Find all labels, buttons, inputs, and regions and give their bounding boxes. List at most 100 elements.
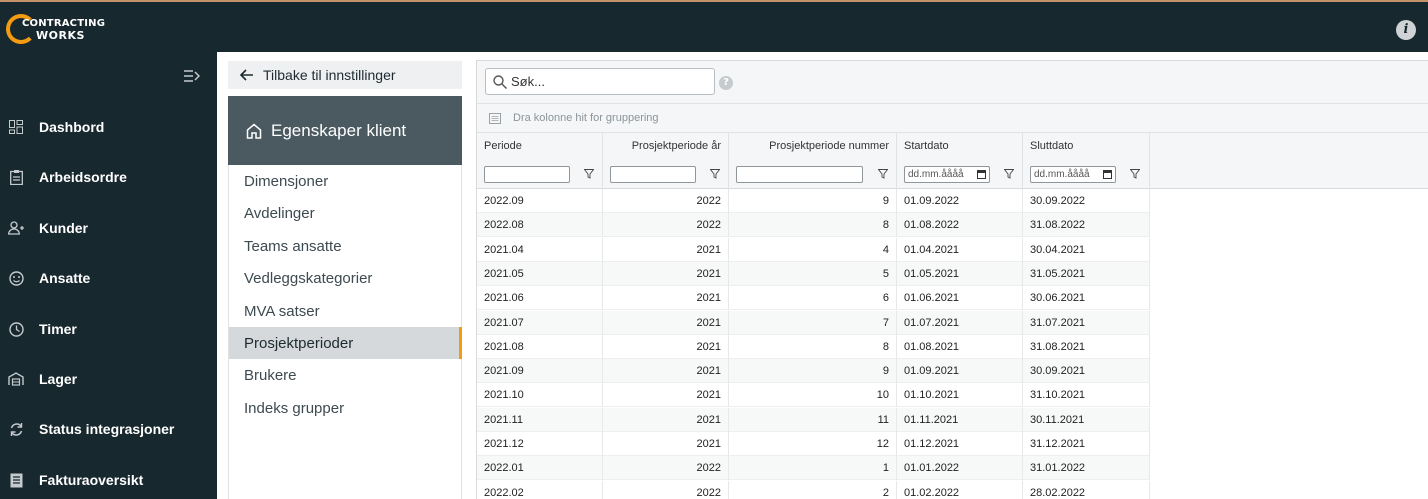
table-row[interactable]: 2021.11 2021 11 01.11.2021 30.11.2021 [477, 407, 1150, 432]
date-placeholder: dd.mm.åååå [1034, 169, 1090, 180]
sidebar-item-arbeidsordre[interactable]: Arbeidsordre [0, 157, 217, 197]
sidebar: Dashbord Arbeidsordre Kunder Ansatte Tim… [0, 52, 217, 499]
sidebar-item-timer[interactable]: Timer [0, 309, 217, 349]
menu-item-mva-satser[interactable]: MVA satser [229, 295, 462, 327]
cell-prosjektperiode-nummer: 12 [729, 432, 897, 456]
menu-item-avdelinger[interactable]: Avdelinger [229, 197, 462, 229]
back-to-settings-button[interactable]: Tilbake til innstillinger [228, 61, 462, 89]
table-row[interactable]: 2021.06 2021 6 01.06.2021 30.06.2021 [477, 286, 1150, 311]
column-header-prosjektperiode-ar[interactable]: Prosjektperiode år [603, 133, 729, 160]
filter-funnel-icon[interactable] [878, 169, 888, 179]
calendar-icon[interactable] [1103, 170, 1112, 179]
table-row[interactable]: 2021.08 2021 8 01.08.2021 31.08.2021 [477, 334, 1150, 359]
search-icon [493, 74, 507, 89]
cell-sluttdato: 31.08.2021 [1023, 334, 1150, 359]
column-header-periode[interactable]: Periode [477, 133, 603, 160]
group-panel[interactable]: Dra kolonne hit for gruppering [477, 104, 1428, 133]
cell-sluttdato: 31.07.2021 [1023, 310, 1150, 335]
sidebar-item-dashbord[interactable]: Dashbord [0, 107, 217, 147]
table-row[interactable]: 2021.09 2021 9 01.09.2021 30.09.2021 [477, 359, 1150, 384]
cell-prosjektperiode-nummer: 8 [729, 213, 897, 238]
cell-prosjektperiode-nummer: 9 [729, 189, 897, 213]
cell-prosjektperiode-ar: 2021 [603, 261, 729, 286]
column-header-startdato[interactable]: Startdato [897, 133, 1023, 160]
sidebar-item-label: Arbeidsordre [39, 169, 127, 185]
cell-startdato: 01.07.2021 [897, 310, 1023, 335]
filter-cell-sluttdato: dd.mm.åååå [1023, 160, 1150, 189]
table-row[interactable]: 2022.09 2022 9 01.09.2022 30.09.2022 [477, 189, 1150, 213]
filter-date-sluttdato[interactable]: dd.mm.åååå [1030, 166, 1116, 183]
cell-periode: 2021.06 [477, 286, 603, 311]
search-box[interactable] [485, 68, 715, 95]
logo-line1: CONTRACTING [22, 18, 106, 29]
cell-periode: 2021.07 [477, 310, 603, 335]
cell-sluttdato: 31.10.2021 [1023, 383, 1150, 408]
table-row[interactable]: 2022.01 2022 1 01.01.2022 31.01.2022 [477, 456, 1150, 481]
cell-sluttdato: 30.06.2021 [1023, 286, 1150, 311]
cell-prosjektperiode-ar: 2021 [603, 310, 729, 335]
menu-item-prosjektperioder[interactable]: Prosjektperioder [229, 327, 462, 359]
table-row[interactable]: 2021.12 2021 12 01.12.2021 31.12.2021 [477, 432, 1150, 456]
cell-startdato: 01.02.2022 [897, 480, 1023, 499]
cell-startdato: 01.06.2021 [897, 286, 1023, 311]
contracting-works-logo[interactable]: CONTRACTING WORKS [6, 13, 105, 45]
cell-prosjektperiode-ar: 2021 [603, 237, 729, 262]
filter-input-prosjektperiode-nummer[interactable] [736, 166, 863, 183]
cell-sluttdato: 30.09.2021 [1023, 359, 1150, 384]
filter-funnel-icon[interactable] [710, 169, 720, 179]
sidebar-item-ansatte[interactable]: Ansatte [0, 258, 217, 298]
table-row[interactable]: 2021.10 2021 10 01.10.2021 31.10.2021 [477, 383, 1150, 408]
column-header-sluttdato[interactable]: Sluttdato [1023, 133, 1150, 160]
cell-startdato: 01.08.2022 [897, 213, 1023, 238]
cell-startdato: 01.12.2021 [897, 432, 1023, 456]
filter-input-prosjektperiode-ar[interactable] [610, 166, 696, 183]
cell-prosjektperiode-ar: 2021 [603, 432, 729, 456]
cell-startdato: 01.09.2021 [897, 359, 1023, 384]
sidebar-item-kunder[interactable]: Kunder [0, 208, 217, 248]
cell-periode: 2022.01 [477, 456, 603, 481]
filter-funnel-icon[interactable] [1130, 169, 1140, 179]
info-icon[interactable]: i [1396, 20, 1416, 40]
data-grid: ? Dra kolonne hit for gruppering Periode… [476, 60, 1428, 499]
table-row[interactable]: 2022.02 2022 2 01.02.2022 28.02.2022 [477, 480, 1150, 499]
filter-funnel-icon[interactable] [584, 169, 594, 179]
collapse-sidebar-icon[interactable] [184, 70, 202, 84]
users-icon [8, 220, 24, 236]
sidebar-item-label: Status integrasjoner [39, 421, 175, 437]
sidebar-item-status-integrasjoner[interactable]: Status integrasjoner [0, 409, 217, 449]
cell-startdato: 01.11.2021 [897, 407, 1023, 432]
table-row[interactable]: 2022.08 2022 8 01.08.2022 31.08.2022 [477, 213, 1150, 238]
group-panel-icon [489, 112, 501, 124]
help-icon[interactable]: ? [719, 76, 733, 90]
warehouse-icon [8, 371, 24, 387]
filter-cell-prosjektperiode-nummer [729, 160, 897, 189]
arrow-left-icon [240, 69, 253, 81]
sidebar-item-fakturaoversikt[interactable]: Fakturaoversikt [0, 460, 217, 499]
cell-periode: 2022.09 [477, 189, 603, 213]
search-input[interactable] [511, 74, 711, 89]
cell-periode: 2021.11 [477, 407, 603, 432]
filter-input-periode[interactable] [484, 166, 570, 183]
calendar-icon[interactable] [977, 170, 986, 179]
settings-panel: Tilbake til innstillinger Egenskaper kli… [228, 52, 462, 499]
cell-sluttdato: 31.08.2022 [1023, 213, 1150, 238]
filter-funnel-icon[interactable] [1004, 169, 1014, 179]
cell-startdato: 01.01.2022 [897, 456, 1023, 481]
cell-sluttdato: 30.09.2022 [1023, 189, 1150, 213]
menu-item-teams-ansatte[interactable]: Teams ansatte [229, 230, 462, 262]
menu-item-dimensjoner[interactable]: Dimensjoner [229, 165, 462, 197]
menu-item-vedleggskategorier[interactable]: Vedleggskategorier [229, 262, 462, 294]
cell-startdato: 01.05.2021 [897, 261, 1023, 286]
menu-item-brukere[interactable]: Brukere [229, 359, 462, 391]
column-header-prosjektperiode-nummer[interactable]: Prosjektperiode nummer [729, 133, 897, 160]
table-row[interactable]: 2021.07 2021 7 01.07.2021 31.07.2021 [477, 310, 1150, 335]
filter-date-startdato[interactable]: dd.mm.åååå [904, 166, 990, 183]
panel-title: Egenskaper klient [271, 120, 407, 140]
table-row[interactable]: 2021.04 2021 4 01.04.2021 30.04.2021 [477, 237, 1150, 262]
menu-item-indeks-grupper[interactable]: Indeks grupper [229, 392, 462, 424]
cell-sluttdato: 28.02.2022 [1023, 480, 1150, 499]
sidebar-item-lager[interactable]: Lager [0, 359, 217, 399]
invoice-icon [8, 472, 24, 488]
table-row[interactable]: 2021.05 2021 5 01.05.2021 31.05.2021 [477, 261, 1150, 286]
cell-startdato: 01.04.2021 [897, 237, 1023, 262]
